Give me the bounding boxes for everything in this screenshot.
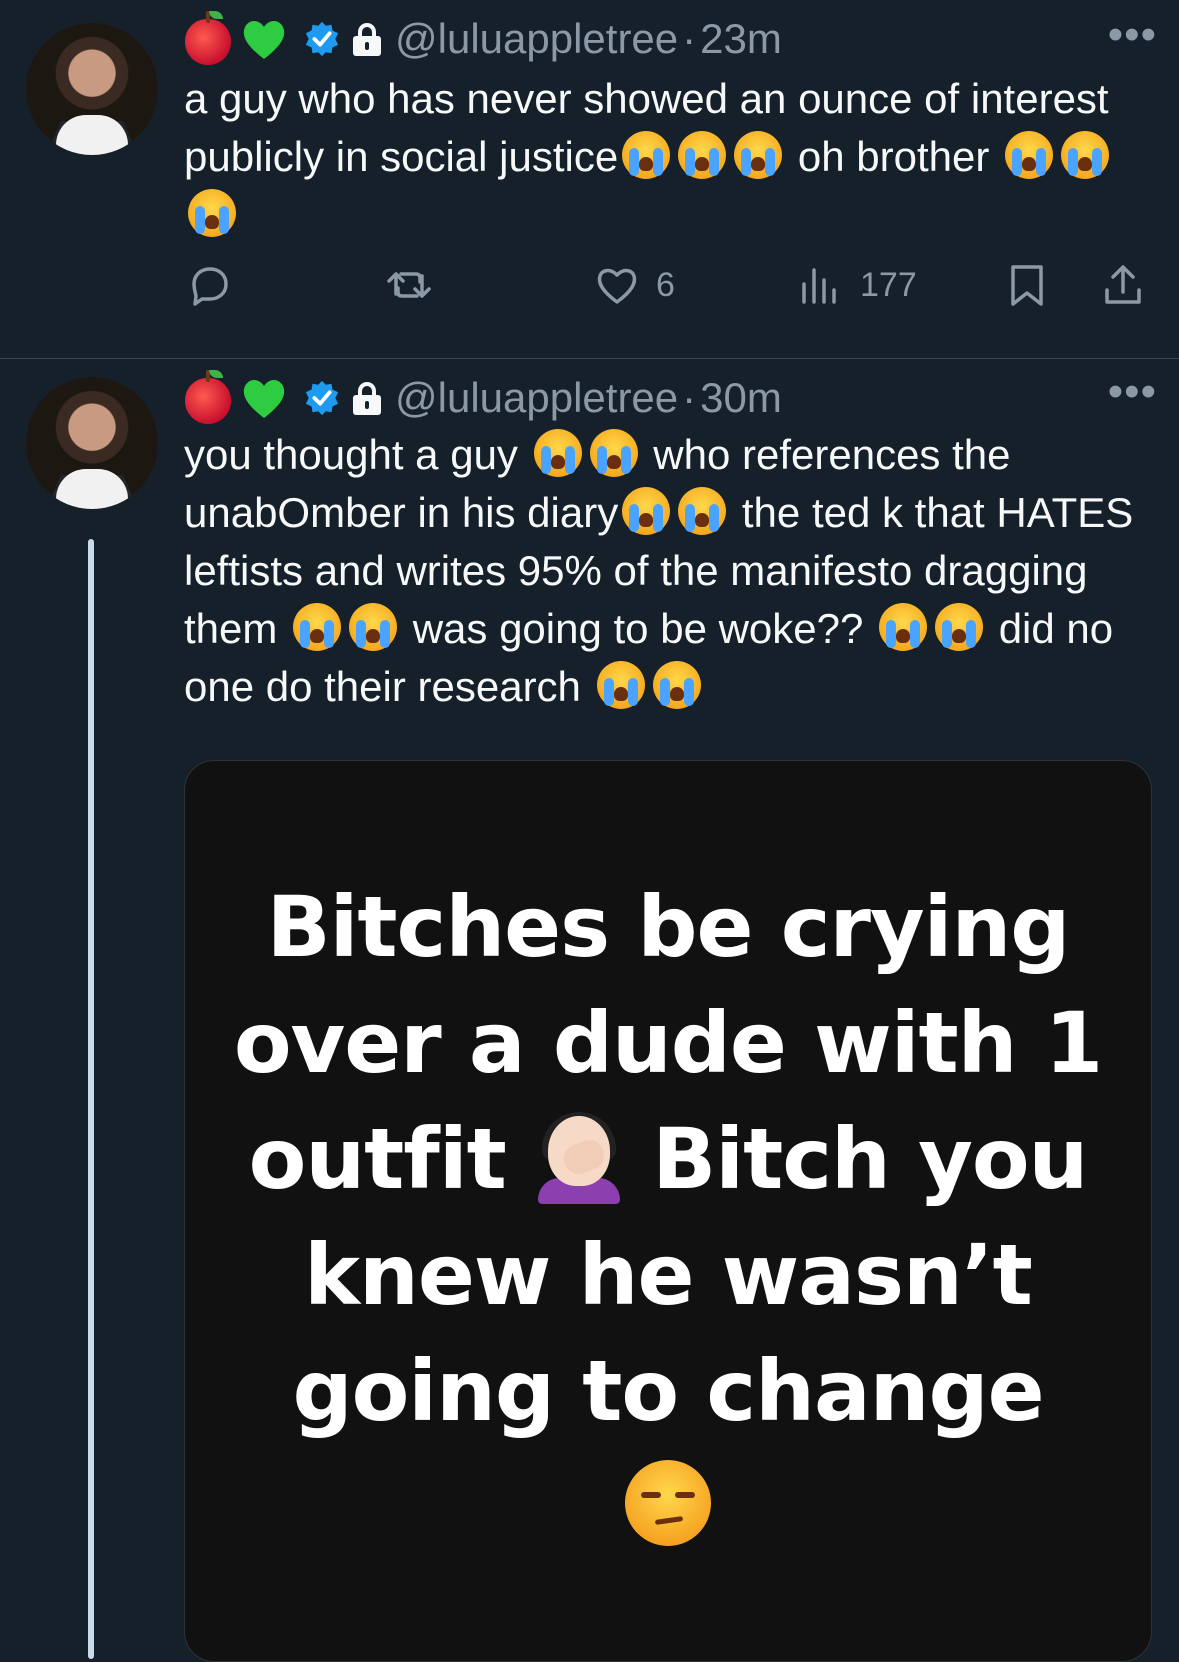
share-button[interactable]: [1100, 250, 1146, 320]
heart-icon: [597, 268, 637, 304]
green-heart-icon: [243, 380, 285, 418]
thread-line: [88, 539, 94, 1659]
loudly-crying-face-icon: [188, 189, 236, 237]
tweet-time[interactable]: 30m: [700, 374, 782, 422]
unamused-face-icon: [625, 1460, 711, 1546]
views-icon: [802, 268, 836, 304]
view-count: 177: [860, 265, 917, 304]
separator: ·: [682, 374, 697, 421]
user-handle[interactable]: @luluappletree: [395, 374, 678, 422]
media-text-part: outfit: [248, 1110, 507, 1208]
red-apple-icon: [185, 370, 231, 424]
loudly-crying-face-icon: [596, 661, 645, 709]
lock-icon: [353, 382, 381, 415]
loudly-crying-face-icon: [734, 131, 783, 179]
tweet-text-part: oh brother: [797, 133, 990, 180]
media-text-line: going to change: [292, 1342, 1044, 1440]
tweet-text: you thought a guy who references the una…: [184, 426, 1155, 716]
media-caption: Bitches be crying over a dude with 1 out…: [225, 869, 1111, 1575]
tweet-time[interactable]: 23m: [700, 15, 782, 63]
retweet-button[interactable]: [386, 250, 448, 320]
tweet[interactable]: @luluappletree · 23m ••• a guy who has n…: [0, 0, 1179, 359]
separator: ·: [682, 15, 697, 62]
loudly-crying-face-icon: [1005, 131, 1054, 179]
green-heart-icon: [243, 21, 285, 59]
media-text-line: [225, 1459, 1111, 1575]
loudly-crying-face-icon: [589, 429, 638, 477]
loudly-crying-face-icon: [879, 603, 928, 651]
woman-facepalming-icon: [534, 1112, 624, 1204]
reply-button[interactable]: [186, 250, 248, 320]
verified-badge-icon: [305, 380, 339, 416]
tweet-text: a guy who has never showed an ounce of i…: [184, 70, 1155, 244]
retweet-icon: [387, 272, 431, 298]
loudly-crying-face-icon: [1061, 131, 1110, 179]
loudly-crying-face-icon: [622, 487, 671, 535]
media-text-line: over a dude with 1: [233, 994, 1103, 1092]
loudly-crying-face-icon: [622, 131, 671, 179]
tweet-header: @luluappletree · 23m: [185, 11, 782, 65]
red-apple-icon: [185, 11, 231, 65]
views-button[interactable]: 177: [798, 250, 917, 320]
verified-badge-icon: [305, 21, 339, 57]
lock-icon: [353, 23, 381, 56]
loudly-crying-face-icon: [935, 603, 984, 651]
more-options-icon[interactable]: •••: [1108, 367, 1157, 417]
loudly-crying-face-icon: [293, 603, 342, 651]
avatar[interactable]: [26, 23, 158, 155]
user-handle[interactable]: @luluappletree: [395, 15, 678, 63]
like-count: 6: [656, 265, 675, 304]
share-icon: [1105, 265, 1141, 304]
like-button[interactable]: 6: [594, 250, 675, 320]
media-text-line: Bitches be crying: [266, 878, 1071, 976]
bookmark-icon: [1011, 265, 1043, 306]
tweet-media-image[interactable]: Bitches be crying over a dude with 1 out…: [184, 760, 1152, 1662]
media-text-line: outfit Bitch you: [225, 1101, 1111, 1217]
tweet-actions: 6 177: [0, 250, 1179, 320]
loudly-crying-face-icon: [533, 429, 582, 477]
media-text-line: knew he wasn’t: [304, 1226, 1033, 1324]
loudly-crying-face-icon: [678, 131, 727, 179]
loudly-crying-face-icon: [678, 487, 727, 535]
more-options-icon[interactable]: •••: [1108, 10, 1157, 60]
tweet-text-part: you thought a guy: [184, 431, 518, 478]
loudly-crying-face-icon: [652, 661, 701, 709]
tweet-header: @luluappletree · 30m: [185, 370, 782, 424]
reply-icon: [192, 267, 228, 306]
bookmark-button[interactable]: [1004, 250, 1050, 320]
loudly-crying-face-icon: [349, 603, 398, 651]
avatar[interactable]: [26, 377, 158, 509]
media-text-part: Bitch you: [652, 1110, 1088, 1208]
tweet-text-part: was going to be woke??: [412, 605, 864, 652]
